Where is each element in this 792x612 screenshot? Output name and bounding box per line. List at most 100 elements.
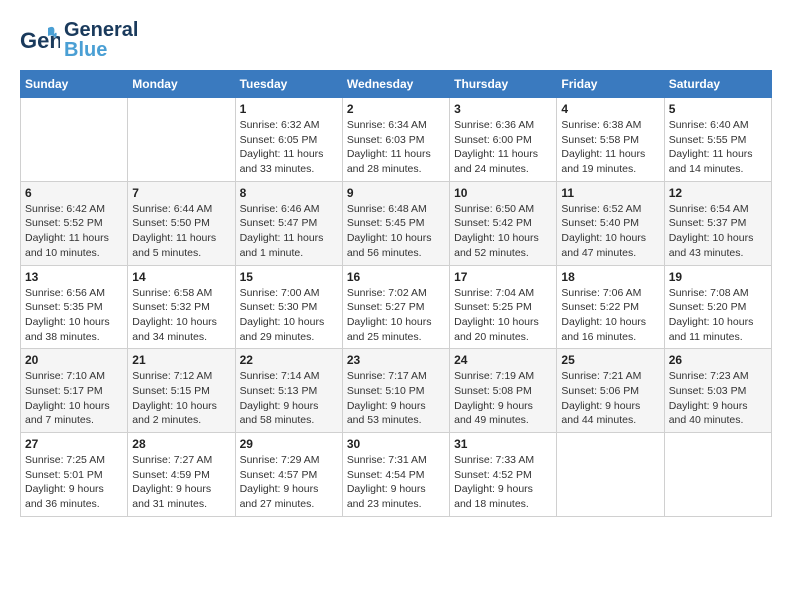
day-number: 10 [454,186,552,200]
calendar-cell: 29 Sunrise: 7:29 AMSunset: 4:57 PMDayligh… [235,433,342,517]
day-info: Sunrise: 6:48 AMSunset: 5:45 PMDaylight:… [347,202,445,261]
calendar-table: SundayMondayTuesdayWednesdayThursdayFrid… [20,70,772,517]
day-number: 3 [454,102,552,116]
day-info: Sunrise: 7:04 AMSunset: 5:25 PMDaylight:… [454,286,552,345]
day-number: 9 [347,186,445,200]
day-info: Sunrise: 6:40 AMSunset: 5:55 PMDaylight:… [669,118,767,177]
weekday-header: Friday [557,71,664,98]
day-info: Sunrise: 6:38 AMSunset: 5:58 PMDaylight:… [561,118,659,177]
day-info: Sunrise: 6:56 AMSunset: 5:35 PMDaylight:… [25,286,123,345]
day-info: Sunrise: 6:50 AMSunset: 5:42 PMDaylight:… [454,202,552,261]
calendar-cell: 27 Sunrise: 7:25 AMSunset: 5:01 PMDayligh… [21,433,128,517]
calendar-header-row: SundayMondayTuesdayWednesdayThursdayFrid… [21,71,772,98]
day-info: Sunrise: 6:36 AMSunset: 6:00 PMDaylight:… [454,118,552,177]
calendar-cell: 18 Sunrise: 7:06 AMSunset: 5:22 PMDayligh… [557,265,664,349]
day-number: 13 [25,270,123,284]
calendar-week-row: 6 Sunrise: 6:42 AMSunset: 5:52 PMDaylight… [21,181,772,265]
calendar-cell: 5 Sunrise: 6:40 AMSunset: 5:55 PMDaylight… [664,98,771,182]
calendar-cell: 9 Sunrise: 6:48 AMSunset: 5:45 PMDaylight… [342,181,449,265]
day-info: Sunrise: 7:21 AMSunset: 5:06 PMDaylight:… [561,369,659,428]
day-number: 16 [347,270,445,284]
calendar-cell: 10 Sunrise: 6:50 AMSunset: 5:42 PMDayligh… [450,181,557,265]
day-info: Sunrise: 7:31 AMSunset: 4:54 PMDaylight:… [347,453,445,512]
calendar-cell: 4 Sunrise: 6:38 AMSunset: 5:58 PMDaylight… [557,98,664,182]
day-info: Sunrise: 7:08 AMSunset: 5:20 PMDaylight:… [669,286,767,345]
day-number: 15 [240,270,338,284]
day-number: 22 [240,353,338,367]
logo-general: General [64,20,138,40]
day-number: 20 [25,353,123,367]
day-number: 26 [669,353,767,367]
calendar-cell: 24 Sunrise: 7:19 AMSunset: 5:08 PMDayligh… [450,349,557,433]
calendar-week-row: 27 Sunrise: 7:25 AMSunset: 5:01 PMDayligh… [21,433,772,517]
day-number: 11 [561,186,659,200]
day-info: Sunrise: 7:29 AMSunset: 4:57 PMDaylight:… [240,453,338,512]
calendar-cell: 20 Sunrise: 7:10 AMSunset: 5:17 PMDayligh… [21,349,128,433]
calendar-week-row: 20 Sunrise: 7:10 AMSunset: 5:17 PMDayligh… [21,349,772,433]
day-number: 5 [669,102,767,116]
calendar-cell: 23 Sunrise: 7:17 AMSunset: 5:10 PMDayligh… [342,349,449,433]
calendar-cell: 2Sunrise: 6:34 AMSunset: 6:03 PMDaylight… [342,98,449,182]
calendar-week-row: 1 Sunrise: 6:32 AMSunset: 6:05 PMDaylight… [21,98,772,182]
calendar-cell: 16 Sunrise: 7:02 AMSunset: 5:27 PMDayligh… [342,265,449,349]
day-number: 6 [25,186,123,200]
calendar-cell: 22 Sunrise: 7:14 AMSunset: 5:13 PMDayligh… [235,349,342,433]
day-number: 27 [25,437,123,451]
weekday-header: Wednesday [342,71,449,98]
day-number: 19 [669,270,767,284]
day-number: 24 [454,353,552,367]
day-info: Sunrise: 6:46 AMSunset: 5:47 PMDaylight:… [240,202,338,261]
weekday-header: Saturday [664,71,771,98]
day-number: 31 [454,437,552,451]
day-info: Sunrise: 6:54 AMSunset: 5:37 PMDaylight:… [669,202,767,261]
calendar-cell: 30 Sunrise: 7:31 AMSunset: 4:54 PMDayligh… [342,433,449,517]
calendar-cell: 26Sunrise: 7:23 AMSunset: 5:03 PMDayligh… [664,349,771,433]
day-number: 25 [561,353,659,367]
day-number: 2 [347,102,445,116]
calendar-cell [128,98,235,182]
day-number: 21 [132,353,230,367]
calendar-week-row: 13 Sunrise: 6:56 AMSunset: 5:35 PMDayligh… [21,265,772,349]
day-number: 29 [240,437,338,451]
day-info: Sunrise: 7:02 AMSunset: 5:27 PMDaylight:… [347,286,445,345]
calendar-cell: 1 Sunrise: 6:32 AMSunset: 6:05 PMDaylight… [235,98,342,182]
weekday-header: Tuesday [235,71,342,98]
weekday-header: Thursday [450,71,557,98]
day-number: 4 [561,102,659,116]
day-number: 7 [132,186,230,200]
weekday-header: Monday [128,71,235,98]
day-info: Sunrise: 6:32 AMSunset: 6:05 PMDaylight:… [240,118,338,177]
calendar-cell [21,98,128,182]
logo-blue: Blue [64,40,138,60]
day-info: Sunrise: 7:10 AMSunset: 5:17 PMDaylight:… [25,369,123,428]
day-info: Sunrise: 7:14 AMSunset: 5:13 PMDaylight:… [240,369,338,428]
day-number: 30 [347,437,445,451]
calendar-body: 1 Sunrise: 6:32 AMSunset: 6:05 PMDaylight… [21,98,772,517]
calendar-cell: 31 Sunrise: 7:33 AMSunset: 4:52 PMDayligh… [450,433,557,517]
calendar-cell: 6 Sunrise: 6:42 AMSunset: 5:52 PMDaylight… [21,181,128,265]
day-number: 1 [240,102,338,116]
calendar-cell [557,433,664,517]
calendar-cell: 28Sunrise: 7:27 AMSunset: 4:59 PMDayligh… [128,433,235,517]
day-info: Sunrise: 7:06 AMSunset: 5:22 PMDaylight:… [561,286,659,345]
calendar-cell: 19 Sunrise: 7:08 AMSunset: 5:20 PMDayligh… [664,265,771,349]
day-info: Sunrise: 7:33 AMSunset: 4:52 PMDaylight:… [454,453,552,512]
weekday-header: Sunday [21,71,128,98]
day-info: Sunrise: 7:19 AMSunset: 5:08 PMDaylight:… [454,369,552,428]
logo: Gen General Blue [20,20,138,60]
calendar-cell: 15 Sunrise: 7:00 AMSunset: 5:30 PMDayligh… [235,265,342,349]
calendar-cell: 17Sunrise: 7:04 AMSunset: 5:25 PMDayligh… [450,265,557,349]
day-info: Sunrise: 7:12 AMSunset: 5:15 PMDaylight:… [132,369,230,428]
day-number: 18 [561,270,659,284]
day-info: Sunrise: 7:25 AMSunset: 5:01 PMDaylight:… [25,453,123,512]
calendar-cell: 14Sunrise: 6:58 AMSunset: 5:32 PMDayligh… [128,265,235,349]
calendar-cell: 3 Sunrise: 6:36 AMSunset: 6:00 PMDaylight… [450,98,557,182]
day-info: Sunrise: 7:17 AMSunset: 5:10 PMDaylight:… [347,369,445,428]
day-info: Sunrise: 6:44 AMSunset: 5:50 PMDaylight:… [132,202,230,261]
day-info: Sunrise: 6:58 AMSunset: 5:32 PMDaylight:… [132,286,230,345]
day-info: Sunrise: 6:42 AMSunset: 5:52 PMDaylight:… [25,202,123,261]
day-number: 23 [347,353,445,367]
calendar-cell: 21 Sunrise: 7:12 AMSunset: 5:15 PMDayligh… [128,349,235,433]
page-header: Gen General Blue [20,20,772,60]
day-info: Sunrise: 7:00 AMSunset: 5:30 PMDaylight:… [240,286,338,345]
